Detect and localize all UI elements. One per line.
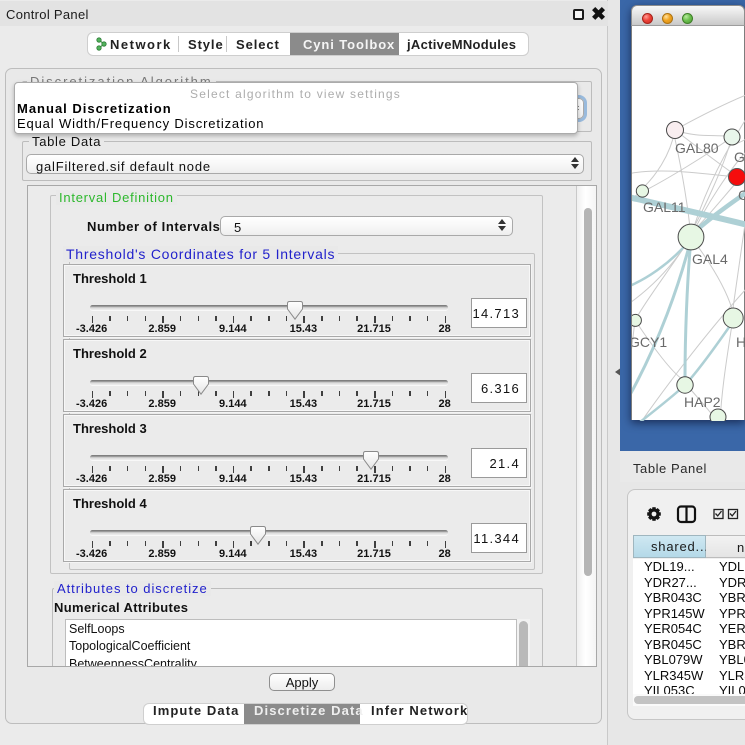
svg-text:C: C — [738, 187, 745, 203]
svg-text:H: H — [736, 334, 745, 350]
svg-text:GAL11: GAL11 — [643, 199, 686, 215]
svg-text:HAP2: HAP2 — [684, 394, 721, 410]
svg-text:G.: G. — [734, 149, 745, 165]
svg-text:GAL4: GAL4 — [692, 251, 728, 267]
svg-text:GAL80: GAL80 — [675, 140, 719, 156]
svg-text:GCY1: GCY1 — [632, 334, 667, 350]
